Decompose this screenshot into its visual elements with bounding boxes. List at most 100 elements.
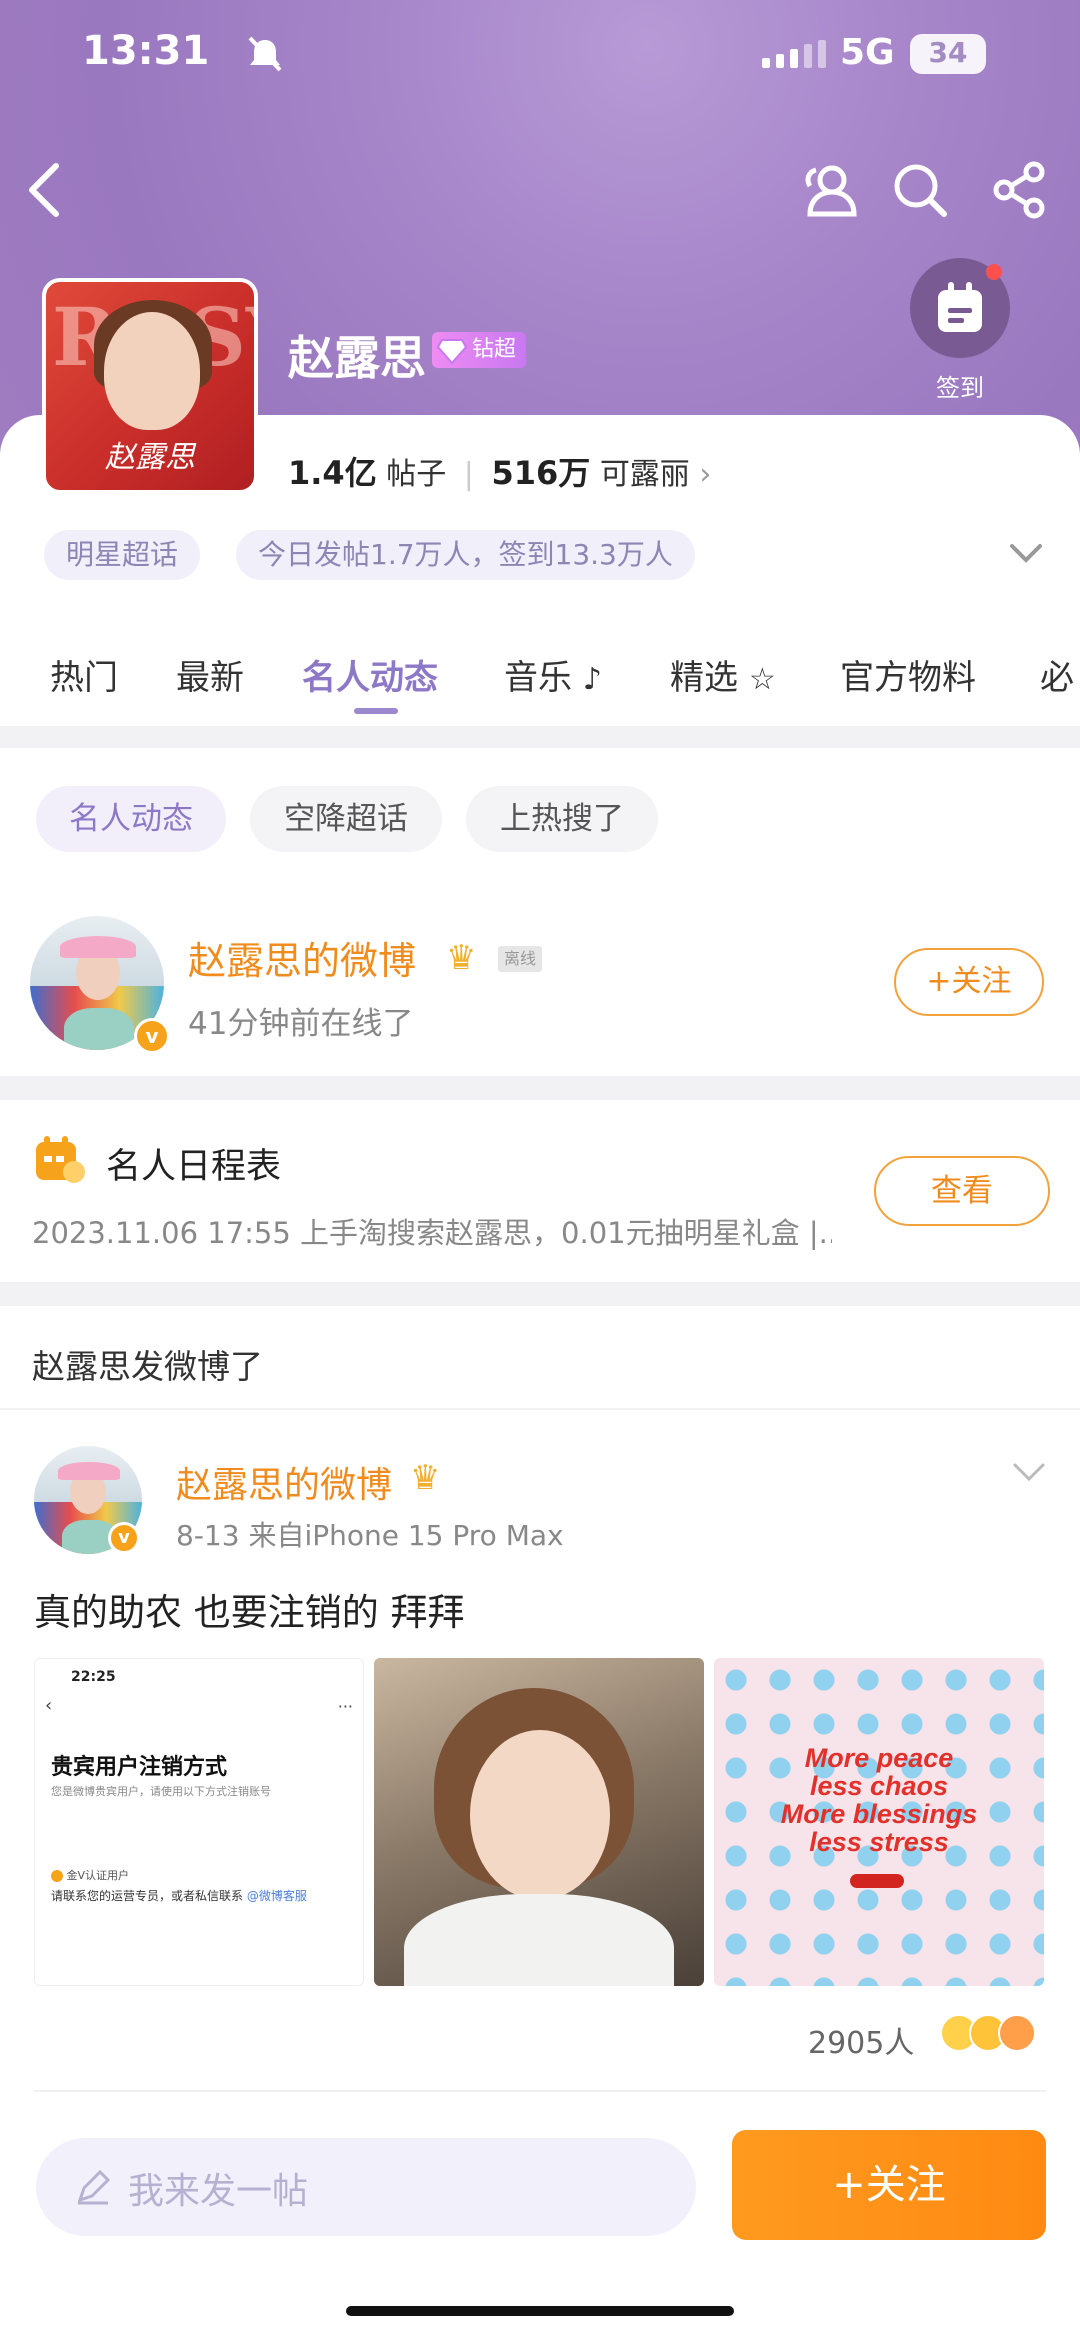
section-title: 赵露思发微博了	[32, 1347, 263, 1386]
posts-label: 帖子	[386, 457, 447, 492]
fans-label: 可露丽	[599, 457, 690, 492]
line-divider	[34, 2090, 1046, 2092]
tab-more[interactable]: 必	[1040, 650, 1074, 699]
img1-link: @微博客服	[246, 1889, 307, 1903]
post-menu-chevron-icon[interactable]	[1012, 1462, 1046, 1484]
section-divider	[0, 1076, 1080, 1100]
badge-label: 钻超	[472, 337, 517, 362]
view-schedule-button[interactable]: 查看	[874, 1156, 1050, 1226]
search-icon[interactable]	[890, 160, 950, 220]
post-image-2[interactable]	[374, 1658, 704, 1986]
verified-badge: v	[108, 1522, 140, 1554]
filter-hotsearch[interactable]: 上热搜了	[466, 786, 658, 852]
pencil-icon	[77, 2169, 111, 2205]
gold-v-icon	[51, 1870, 63, 1882]
verified-badge: v	[134, 1018, 170, 1054]
line-divider	[0, 1408, 1080, 1410]
fans-count: 516万	[491, 454, 591, 492]
schedule-title: 名人日程表	[106, 1147, 282, 1187]
quote-line-4: less stress	[809, 1827, 949, 1857]
cover-caption: 赵露思	[105, 440, 195, 475]
follow-celebrity-button[interactable]: +关注	[894, 948, 1044, 1016]
avatar-visor	[58, 1462, 120, 1480]
online-status: 41分钟前在线了	[188, 1006, 414, 1042]
compose-placeholder: 我来发一帖	[128, 2171, 309, 2212]
img1-time: 22:25	[71, 1669, 116, 1685]
quote-line-3: More blessings	[780, 1799, 978, 1829]
quote-text: More peace less chaos More blessings les…	[714, 1744, 1044, 1856]
signin-label: 签到	[936, 374, 984, 402]
img1-tag: 金V认证用户	[66, 1869, 130, 1882]
emoji-icon	[998, 2014, 1037, 2052]
offline-tag: 离线	[498, 946, 543, 972]
supertopic-cover[interactable]: ROSY 赵露思	[42, 278, 258, 494]
crown-icon: ♛	[410, 1458, 441, 1498]
post-text: 真的助农 也要注销的 拜拜	[34, 1591, 465, 1634]
img1-more-icon: ···	[337, 1697, 353, 1716]
tab-celebrity[interactable]: 名人动态	[302, 650, 438, 699]
tab-official[interactable]: 官方物料	[840, 650, 976, 699]
schedule-icon	[36, 1136, 85, 1183]
chevron-right-icon: ›	[699, 457, 712, 492]
crown-icon: ♛	[446, 938, 477, 978]
schedule-desc[interactable]: 2023.11.06 17:55 上手淘搜索赵露思，0.01元抽明星礼盒 |..…	[32, 1210, 832, 1252]
category-pill[interactable]: 明星超话	[44, 530, 201, 580]
post-image-1[interactable]: 22:25 ‹ ··· 贵宾用户注销方式 您是微博贵宾用户，请使用以下方式注销账…	[34, 1658, 364, 1986]
posts-count: 1.4亿	[288, 454, 377, 492]
follow-supertopic-button[interactable]: +关注	[732, 2130, 1046, 2240]
tab-music[interactable]: 音乐 ♪	[504, 650, 602, 699]
avatar-shirt	[64, 1008, 134, 1050]
battery-level: 34	[928, 36, 968, 69]
quote-line-2: less chaos	[809, 1771, 949, 1801]
home-indicator	[346, 2306, 734, 2316]
supertopic-title: 赵露思	[288, 331, 426, 385]
celebrity-name[interactable]: 赵露思的微博	[188, 930, 416, 985]
tab-featured[interactable]: 精选 ☆	[670, 650, 776, 699]
tab-featured-label: 精选	[670, 658, 738, 698]
avatar-visor	[60, 936, 136, 958]
diamond-badge[interactable]: 钻超	[432, 332, 527, 368]
back-icon[interactable]	[24, 160, 64, 220]
img1-sub: 您是微博贵宾用户，请使用以下方式注销账号	[51, 1785, 271, 1798]
section-divider	[0, 1282, 1080, 1306]
quote-line-1: More peace	[804, 1743, 954, 1773]
img1-tag-row: 金V认证用户	[51, 1867, 129, 1883]
img1-contact: 请联系您的运营专员，或者私信联系	[51, 1889, 244, 1903]
img1-back-icon: ‹	[45, 1695, 53, 1716]
status-time: 13:31	[82, 28, 210, 74]
tab-music-label: 音乐	[504, 658, 572, 698]
post-image-3[interactable]: More peace less chaos More blessings les…	[714, 1658, 1044, 1986]
share-icon[interactable]	[990, 160, 1050, 220]
photo-shirt	[404, 1894, 674, 1986]
music-note-icon: ♪	[582, 662, 602, 697]
dachshund-icon	[850, 1874, 904, 1888]
star-icon: ☆	[748, 662, 776, 697]
section-divider	[0, 726, 1080, 748]
photo-face	[470, 1730, 610, 1900]
filter-airdrop[interactable]: 空降超话	[250, 786, 442, 852]
diamond-icon	[436, 339, 468, 365]
tab-latest[interactable]: 最新	[176, 650, 244, 699]
img1-contact-row: 请联系您的运营专员，或者私信联系 @微博客服	[51, 1887, 307, 1904]
stats-divider: |	[463, 457, 474, 492]
notification-dot	[986, 264, 1002, 280]
calendar-icon	[938, 282, 982, 332]
battery-icon: 34	[910, 34, 986, 74]
network-label: 5G	[840, 32, 895, 73]
signal-icon	[762, 40, 826, 68]
compose-input[interactable]: 我来发一帖	[36, 2138, 696, 2236]
group-members-icon[interactable]	[796, 160, 860, 220]
cover-face	[104, 312, 200, 430]
post-meta: 8-13 来自iPhone 15 Pro Max	[176, 1519, 564, 1552]
mute-bell-icon	[248, 36, 282, 72]
chevron-down-icon[interactable]	[1008, 542, 1044, 566]
supertopic-stats[interactable]: 1.4亿 帖子 | 516万 可露丽 ›	[288, 448, 711, 494]
activity-pill[interactable]: 今日发帖1.7万人，签到13.3万人	[236, 530, 695, 580]
reaction-count[interactable]: 2905人	[808, 2018, 914, 2062]
tab-active-indicator	[354, 708, 398, 714]
post-author-name[interactable]: 赵露思的微博	[176, 1456, 392, 1508]
tab-hot[interactable]: 热门	[50, 650, 118, 699]
filter-celebrity[interactable]: 名人动态	[36, 786, 226, 852]
img1-heading: 贵宾用户注销方式	[51, 1755, 228, 1780]
reaction-emojis[interactable]	[940, 2014, 1037, 2056]
